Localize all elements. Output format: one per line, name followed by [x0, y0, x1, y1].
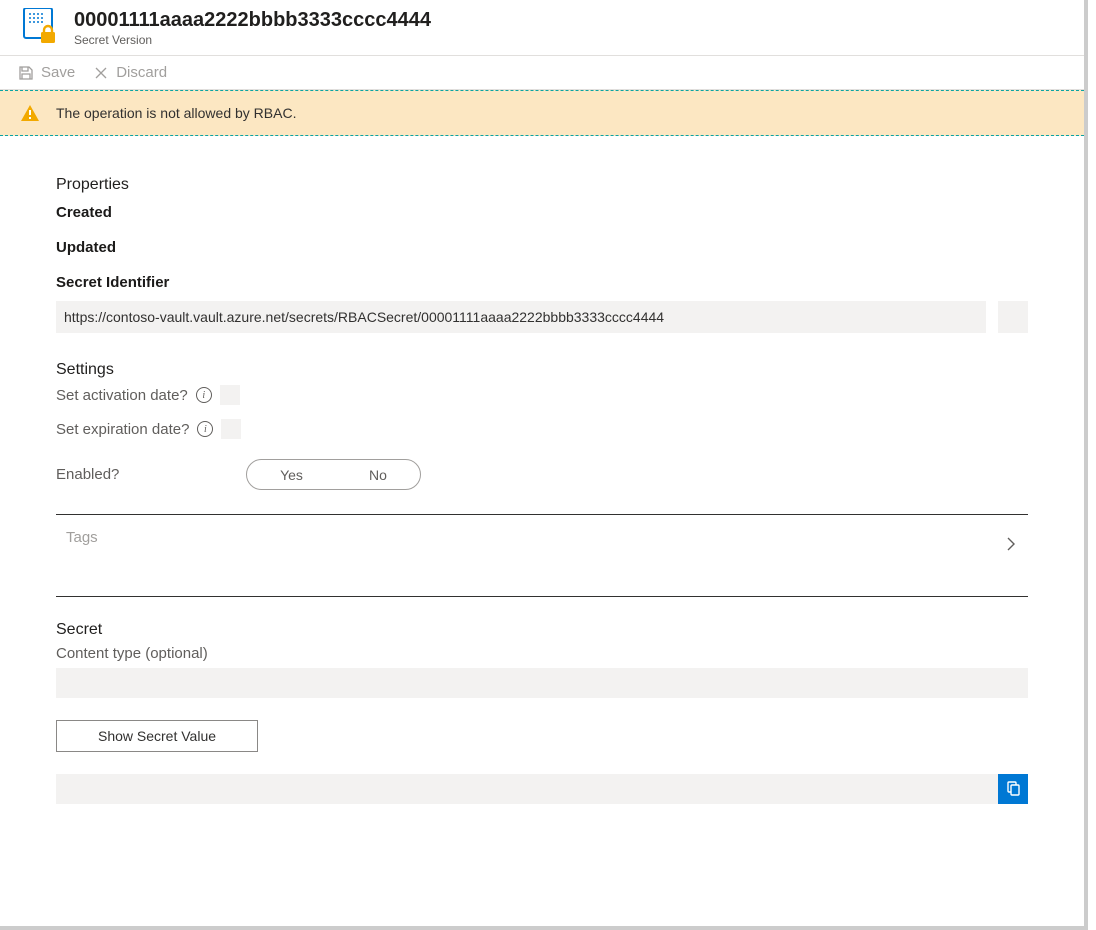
secret-value-input[interactable]: [56, 774, 1012, 804]
close-icon: [93, 65, 109, 81]
secret-identifier-label: Secret Identifier: [56, 274, 1028, 291]
settings-section-title: Settings: [56, 361, 1028, 379]
show-secret-value-button[interactable]: Show Secret Value: [56, 720, 258, 752]
secret-section-title: Secret: [56, 621, 1028, 639]
activation-date-row: Set activation date? i: [56, 385, 1028, 405]
chevron-right-icon: [1004, 535, 1018, 556]
updated-label: Updated: [56, 239, 1028, 256]
copy-icon: [1005, 781, 1021, 797]
copy-secret-value-button[interactable]: [998, 774, 1028, 804]
toggle-yes[interactable]: Yes: [280, 467, 303, 483]
discard-label: Discard: [116, 64, 167, 81]
tags-label: Tags: [66, 529, 98, 546]
tags-section[interactable]: Tags: [56, 514, 1028, 597]
created-label: Created: [56, 204, 1028, 221]
content-type-input[interactable]: [56, 668, 1028, 698]
save-label: Save: [41, 64, 75, 81]
content-type-label: Content type (optional): [56, 645, 1028, 662]
expiration-date-row: Set expiration date? i: [56, 419, 1028, 439]
expiration-date-label: Set expiration date?: [56, 421, 189, 438]
secret-version-icon: [22, 8, 58, 44]
warning-triangle-icon: [20, 103, 40, 123]
secret-identifier-value[interactable]: https://contoso-vault.vault.azure.net/se…: [56, 301, 986, 333]
content-area: Properties Created Updated Secret Identi…: [0, 136, 1084, 824]
info-icon[interactable]: i: [197, 421, 213, 437]
warning-banner: The operation is not allowed by RBAC.: [0, 90, 1084, 136]
discard-button[interactable]: Discard: [93, 64, 167, 81]
save-button[interactable]: Save: [18, 64, 75, 81]
copy-identifier-button[interactable]: [998, 301, 1028, 333]
activation-date-checkbox[interactable]: [220, 385, 240, 405]
expiration-date-checkbox[interactable]: [221, 419, 241, 439]
warning-message: The operation is not allowed by RBAC.: [56, 105, 296, 121]
enabled-label: Enabled?: [56, 466, 246, 483]
enabled-row: Enabled? Yes No: [56, 459, 1028, 490]
page-title: 00001111aaaa2222bbbb3333cccc4444: [74, 8, 431, 32]
enabled-toggle[interactable]: Yes No: [246, 459, 421, 490]
page-subtitle: Secret Version: [74, 33, 431, 47]
command-bar: Save Discard: [0, 56, 1084, 90]
save-icon: [18, 65, 34, 81]
activation-date-label: Set activation date?: [56, 387, 188, 404]
secret-value-row: [56, 774, 1028, 804]
toggle-no[interactable]: No: [369, 467, 387, 483]
secret-identifier-row: https://contoso-vault.vault.azure.net/se…: [56, 301, 1028, 333]
info-icon[interactable]: i: [196, 387, 212, 403]
page-header: 00001111aaaa2222bbbb3333cccc4444 Secret …: [0, 0, 1084, 56]
properties-section-title: Properties: [56, 176, 1028, 194]
